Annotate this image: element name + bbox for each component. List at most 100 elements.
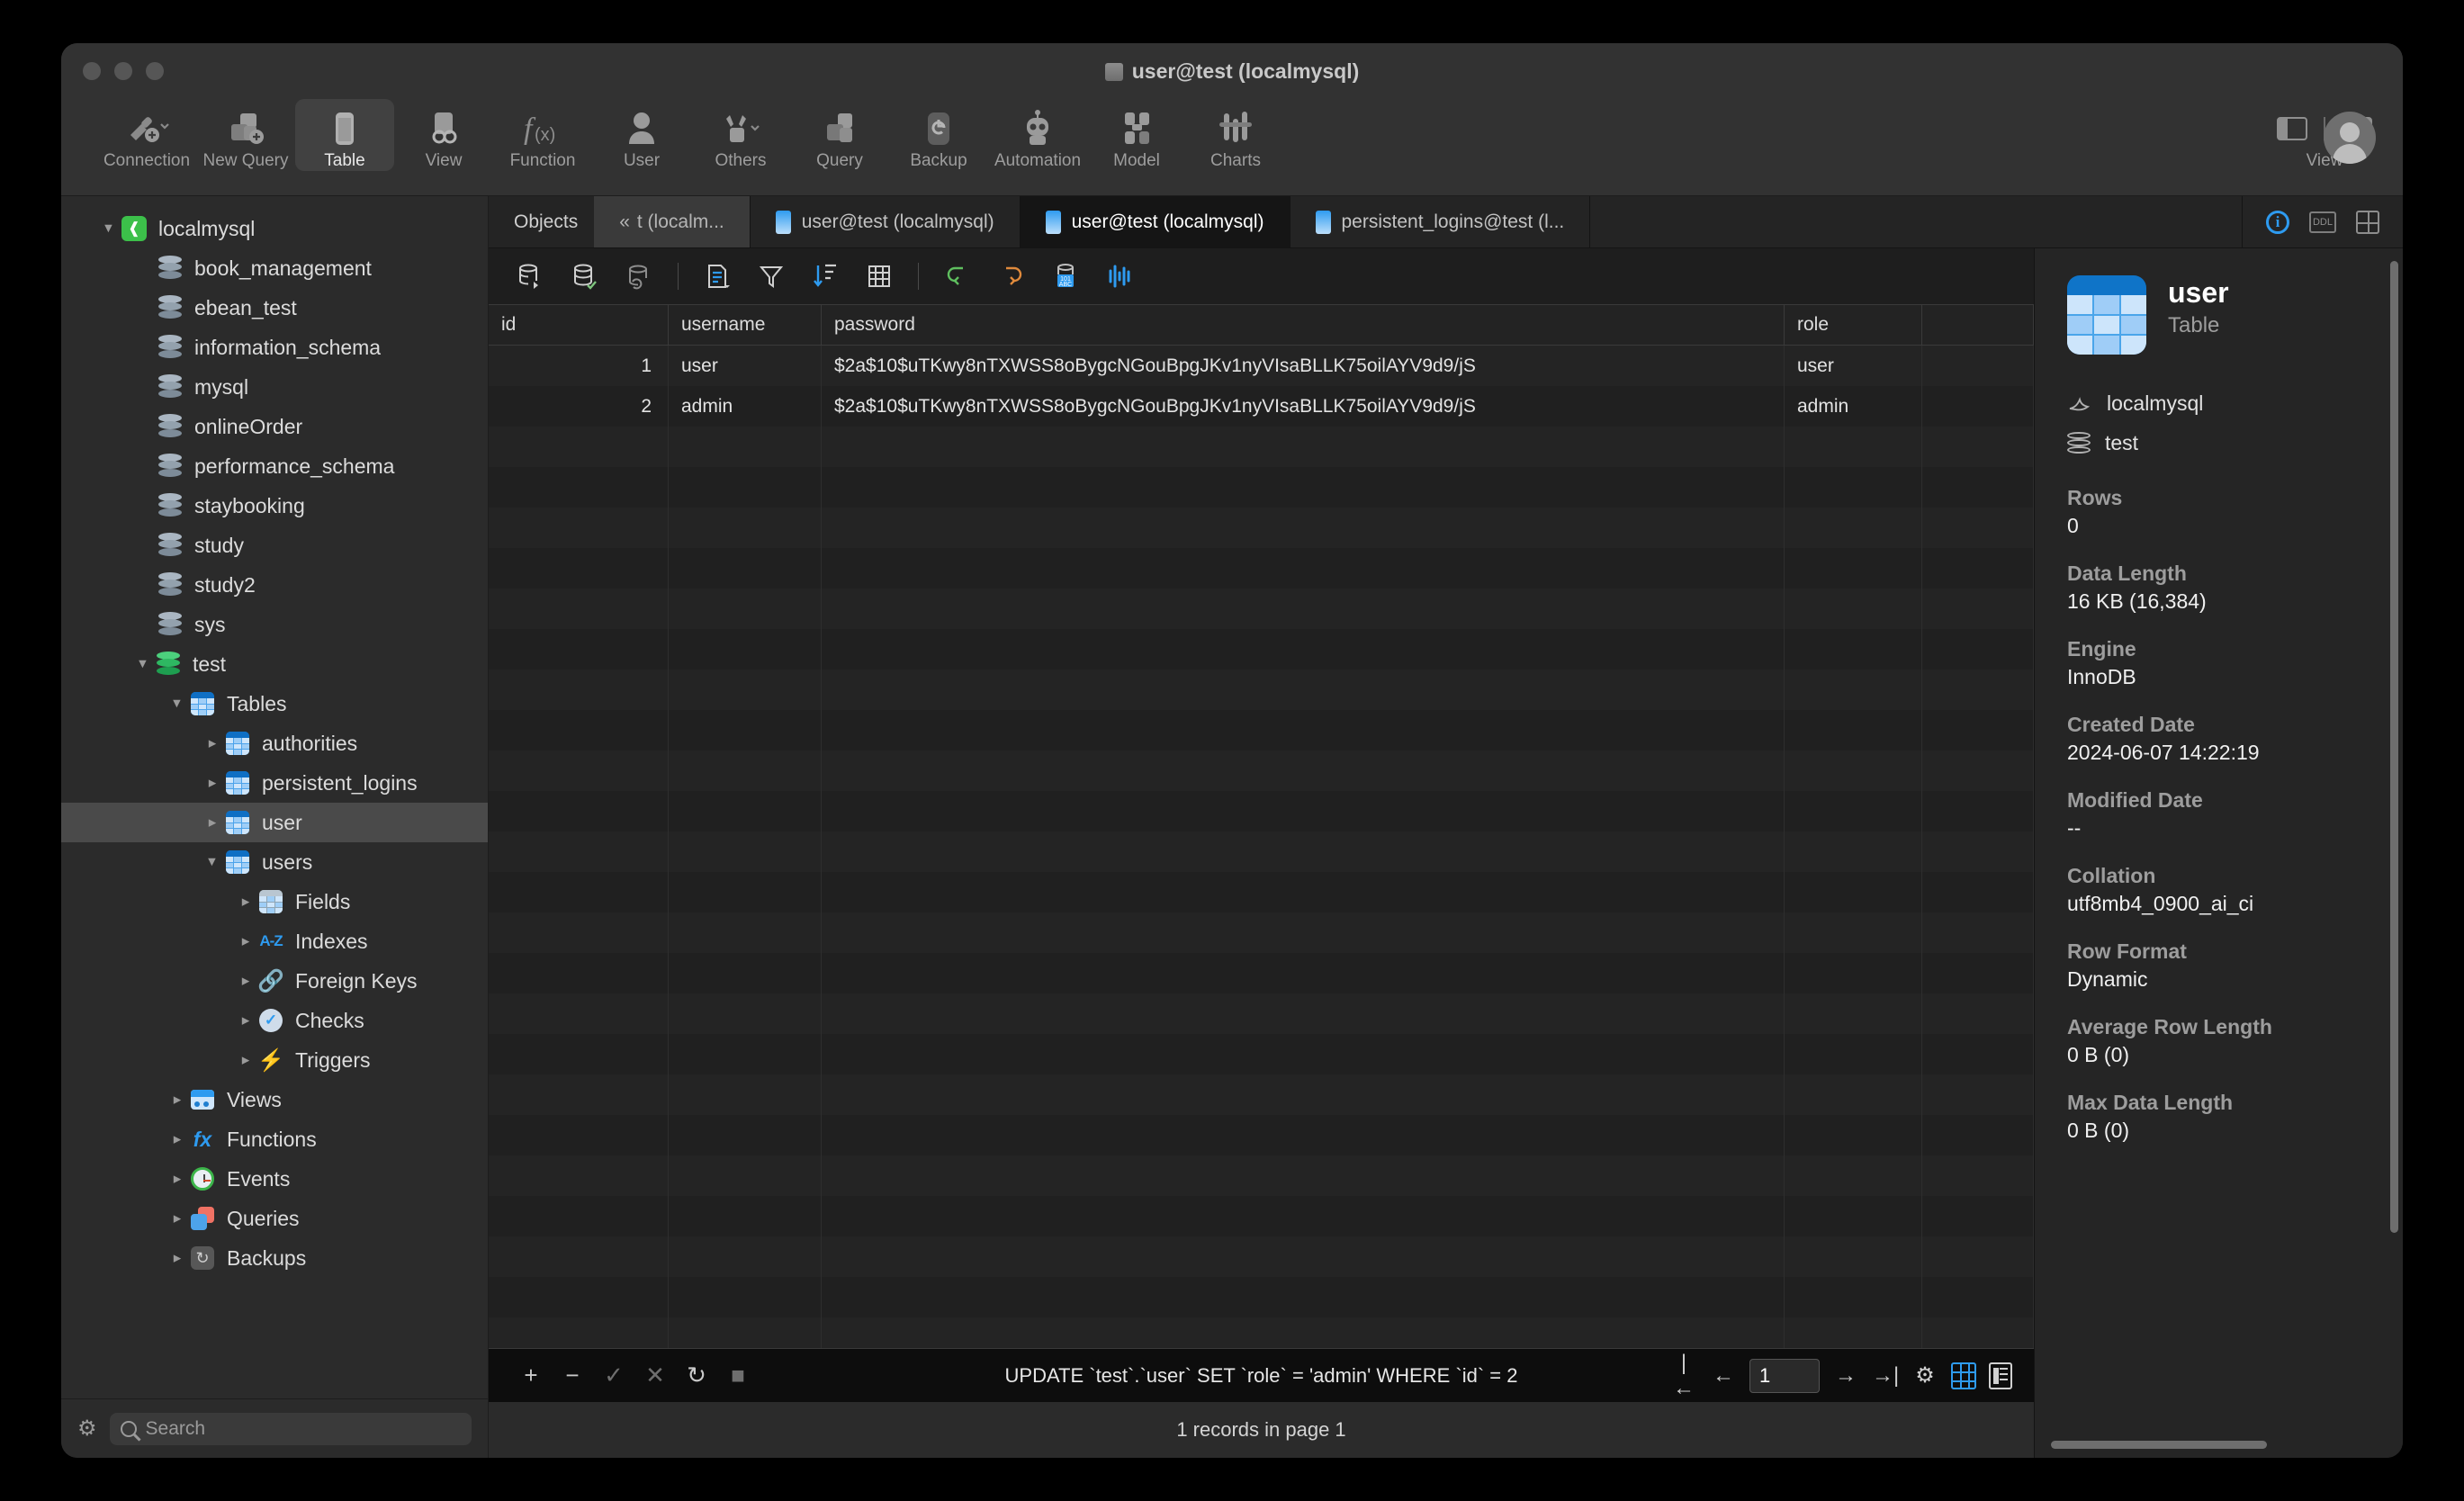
filter-wizard-icon[interactable] [702, 261, 733, 292]
toolbar-item-new-query[interactable]: New Query [196, 99, 295, 171]
tree-item-backups[interactable]: ▸ ↻ Backups [61, 1238, 488, 1278]
tab-persistent-logins[interactable]: persistent_logins@test (l... [1290, 196, 1591, 247]
toolbar-item-charts[interactable]: Charts [1186, 99, 1285, 171]
cell-username[interactable]: user [669, 346, 822, 386]
form-view-icon[interactable] [1989, 1362, 2012, 1389]
cell-id[interactable]: 2 [489, 386, 669, 427]
tab-user-1[interactable]: user@test (localmysql) [751, 196, 1021, 247]
tree-item-foreign-keys[interactable]: ▸ 🔗 Foreign Keys [61, 961, 488, 1001]
stop-button[interactable]: ■ [717, 1355, 759, 1397]
cancel-changes-button[interactable]: ✕ [634, 1355, 676, 1397]
tree-item-sys[interactable]: sys [61, 605, 488, 644]
chevron-right-icon[interactable]: ▸ [201, 813, 224, 831]
toolbar-item-query[interactable]: Query [790, 99, 889, 171]
tree-item-book-management[interactable]: book_management [61, 248, 488, 288]
refresh-button[interactable]: ↻ [676, 1355, 717, 1397]
tree-item-queries[interactable]: ▸ Queries [61, 1199, 488, 1238]
chevron-down-icon[interactable]: ▸ [100, 217, 118, 240]
tree-item-study[interactable]: study [61, 526, 488, 565]
cell-id[interactable]: 1 [489, 346, 669, 386]
tree-item-study2[interactable]: study2 [61, 565, 488, 605]
chevron-right-icon[interactable]: ▸ [234, 1011, 257, 1029]
filter-icon[interactable]: ⚙ [77, 1416, 97, 1442]
tab-objects[interactable]: Objects [489, 196, 594, 247]
text-encoding-icon[interactable]: 101ABC [1050, 261, 1081, 292]
toolbar-item-automation[interactable]: Automation [988, 99, 1087, 171]
table-row[interactable]: 1 user $2a$10$uTKwy8nTXWSS8oBygcNGouBpgJ… [489, 346, 2034, 386]
grid-view-icon[interactable] [864, 261, 895, 292]
tree-item-user[interactable]: ▸ user [61, 803, 488, 842]
begin-transaction-icon[interactable] [942, 261, 973, 292]
page-number-input[interactable]: 1 [1749, 1359, 1820, 1393]
toolbar-item-function[interactable]: f (x) Function [493, 99, 592, 171]
cell-password[interactable]: $2a$10$uTKwy8nTXWSS8oBygcNGouBpgJKv1nyVI… [822, 386, 1785, 427]
rollback-icon[interactable] [996, 261, 1027, 292]
refresh-data-icon[interactable] [624, 261, 654, 292]
sort-icon[interactable] [810, 261, 841, 292]
tree-item-functions[interactable]: ▸ fx Functions [61, 1119, 488, 1159]
tree-item-mysql[interactable]: mysql [61, 367, 488, 407]
columns-icon[interactable] [2356, 211, 2379, 234]
tree-item-persistent-logins[interactable]: ▸ persistent_logins [61, 763, 488, 803]
chevron-right-icon[interactable]: ▸ [166, 1249, 189, 1267]
chevron-right-icon[interactable]: ▸ [234, 972, 257, 990]
cell-username[interactable]: admin [669, 386, 822, 427]
column-header-id[interactable]: id [489, 305, 669, 345]
tree-item-users[interactable]: ▸ users [61, 842, 488, 882]
toolbar-item-backup[interactable]: Backup [889, 99, 988, 171]
cell-password[interactable]: $2a$10$uTKwy8nTXWSS8oBygcNGouBpgJKv1nyVI… [822, 346, 1785, 386]
last-page-button[interactable]: →| [1872, 1363, 1899, 1389]
data-grid[interactable]: id username password role 1 user $2a$10$… [489, 304, 2034, 1348]
table-row[interactable]: 2 admin $2a$10$uTKwy8nTXWSS8oBygcNGouBpg… [489, 386, 2034, 427]
tree-item-performance-schema[interactable]: performance_schema [61, 446, 488, 486]
chevron-right-icon[interactable]: ▸ [166, 1209, 189, 1227]
tab-collapse[interactable]: « t (localm... [594, 196, 751, 247]
tree-item-authorities[interactable]: ▸ authorities [61, 724, 488, 763]
chevron-right-icon[interactable]: ▸ [166, 1091, 189, 1109]
filter-funnel-icon[interactable] [756, 261, 787, 292]
toolbar-item-table[interactable]: Table [295, 99, 394, 171]
chevron-down-icon[interactable]: ▸ [134, 652, 152, 676]
column-header-username[interactable]: username [669, 305, 822, 345]
ddl-icon[interactable]: DDL [2309, 211, 2336, 233]
chevron-down-icon[interactable]: ▸ [203, 850, 221, 874]
column-header-password[interactable]: password [822, 305, 1785, 345]
grid-view-icon[interactable] [1951, 1362, 1976, 1389]
chevron-right-icon[interactable]: ▸ [166, 1130, 189, 1148]
info-icon[interactable]: i [2266, 211, 2289, 234]
chevron-right-icon[interactable]: ▸ [201, 774, 224, 792]
tree-item-triggers[interactable]: ▸ ⚡ Triggers [61, 1040, 488, 1080]
tree-item-views[interactable]: ▸ Views [61, 1080, 488, 1119]
chevron-right-icon[interactable]: ▸ [234, 932, 257, 950]
vertical-scrollbar[interactable] [2390, 261, 2398, 1233]
chevron-right-icon[interactable]: ▸ [166, 1170, 189, 1188]
toggle-left-pane-icon[interactable] [2277, 117, 2307, 140]
tree-item-test[interactable]: ▸ test [61, 644, 488, 684]
tree-item-information-schema[interactable]: information_schema [61, 328, 488, 367]
chevron-right-icon[interactable]: ▸ [234, 1051, 257, 1069]
chevron-right-icon[interactable]: ▸ [234, 893, 257, 911]
chevron-right-icon[interactable]: ▸ [201, 734, 224, 752]
tree-item-tables[interactable]: ▸ Tables [61, 684, 488, 724]
tree-item-localmysql[interactable]: ▸ ❰ localmysql [61, 209, 488, 248]
chevron-down-icon[interactable]: ▸ [168, 692, 186, 715]
tree-item-onlineorder[interactable]: onlineOrder [61, 407, 488, 446]
toolbar-item-connection[interactable]: Connection [97, 99, 196, 171]
tab-user-2[interactable]: user@test (localmysql) [1021, 196, 1290, 247]
first-page-button[interactable]: |← [1670, 1351, 1697, 1401]
toolbar-item-model[interactable]: Model [1087, 99, 1186, 171]
tree-item-ebean-test[interactable]: ebean_test [61, 288, 488, 328]
horizontal-scrollbar[interactable] [2051, 1441, 2267, 1449]
import-wizard-icon[interactable] [516, 261, 546, 292]
avatar[interactable] [2324, 112, 2376, 164]
tree-item-indexes[interactable]: ▸ A-Z Indexes [61, 921, 488, 961]
chart-icon[interactable] [1104, 261, 1135, 292]
next-page-button[interactable]: → [1832, 1363, 1859, 1389]
apply-changes-button[interactable]: ✓ [593, 1355, 634, 1397]
toolbar-item-others[interactable]: Others [691, 99, 790, 171]
tree-item-staybooking[interactable]: staybooking [61, 486, 488, 526]
prev-page-button[interactable]: ← [1710, 1363, 1737, 1389]
export-wizard-icon[interactable] [570, 261, 600, 292]
tree-item-checks[interactable]: ▸ ✓ Checks [61, 1001, 488, 1040]
remove-record-button[interactable]: − [552, 1355, 593, 1397]
